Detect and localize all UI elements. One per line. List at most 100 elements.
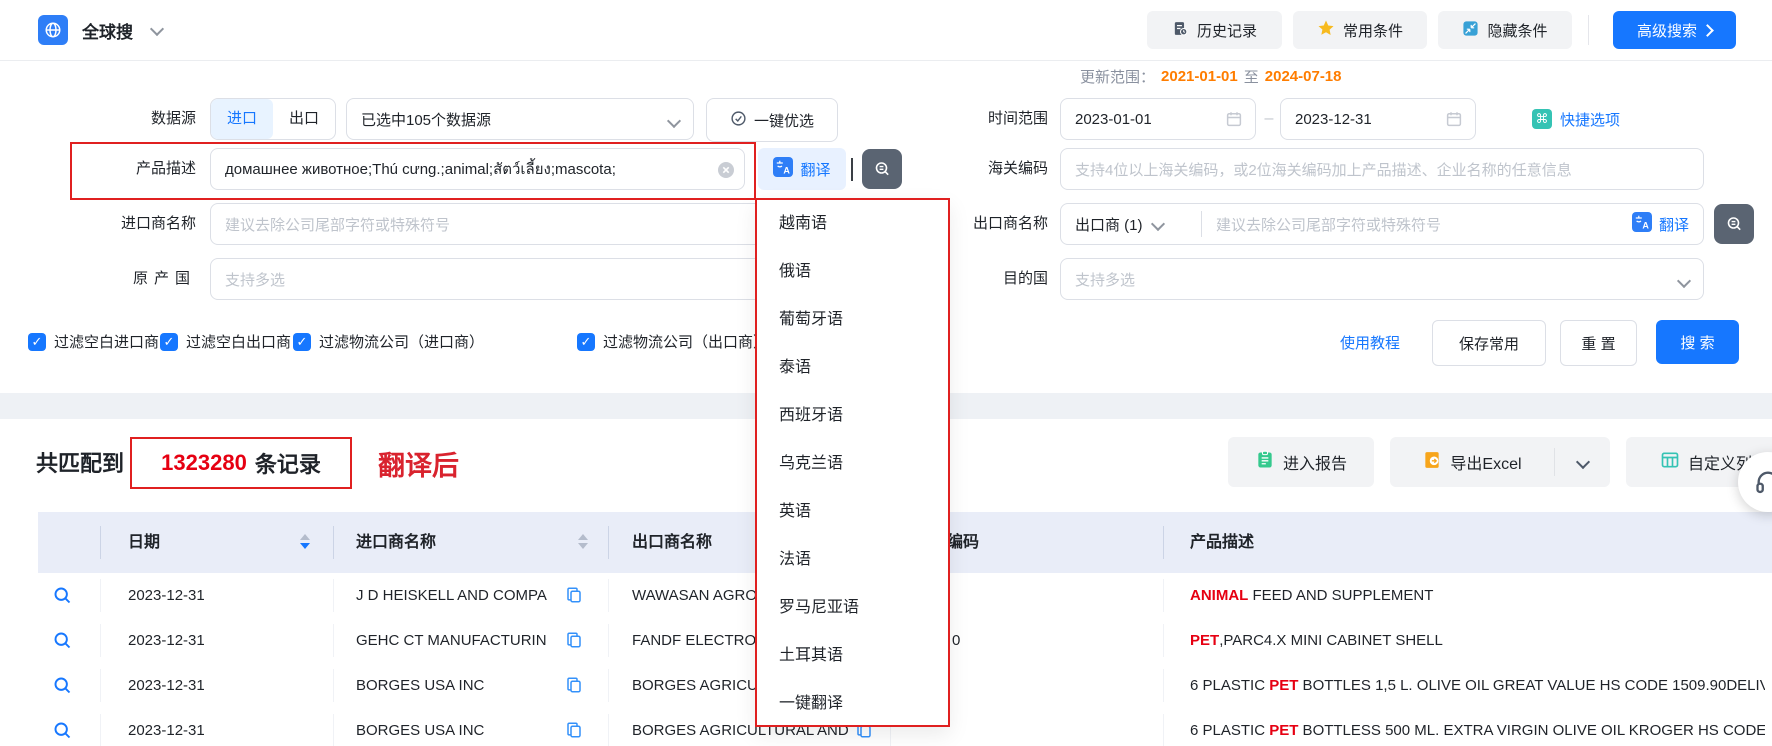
menu-item-russian[interactable]: 俄语 xyxy=(757,248,948,296)
export-dropdown-button[interactable] xyxy=(1555,437,1610,487)
col-importer[interactable]: 进口商名称 xyxy=(356,512,436,573)
page-title: 全球搜 xyxy=(82,0,133,60)
cell-date: 2023-12-31 xyxy=(128,573,205,618)
menu-item-romanian[interactable]: 罗马尼亚语 xyxy=(757,584,948,632)
row-search-icon[interactable] xyxy=(52,630,73,651)
date-to-input[interactable]: 2023-12-31 xyxy=(1280,98,1476,140)
menu-item-translate-all[interactable]: 一键翻译 xyxy=(757,680,948,728)
calendar-icon xyxy=(1445,110,1463,132)
search-button[interactable]: 搜 索 xyxy=(1656,320,1739,364)
checkbox-checked-icon[interactable]: ✓ xyxy=(160,333,178,351)
copy-icon[interactable] xyxy=(565,676,583,694)
export-excel-button[interactable]: 导出Excel xyxy=(1390,437,1554,487)
report-icon xyxy=(1255,450,1275,475)
filter-blank-exporter[interactable]: ✓ 过滤空白出口商 xyxy=(160,331,291,352)
export-icon xyxy=(1422,450,1442,475)
history-icon xyxy=(1172,20,1189,41)
cell-importer: BORGES USA INC xyxy=(356,663,556,708)
cell-date: 2023-12-31 xyxy=(128,618,205,663)
cell-product: 6 PLASTIC PET BOTTLESS 500 ML. EXTRA VIR… xyxy=(1190,708,1765,746)
cell-product: 6 PLASTIC PET BOTTLES 1,5 L. OLIVE OIL G… xyxy=(1190,663,1765,708)
exporter-input[interactable]: 建议去除公司尾部字符或特殊符号 xyxy=(1202,214,1632,235)
advanced-search-button[interactable]: 高级搜索 xyxy=(1613,11,1736,49)
enter-report-button[interactable]: 进入报告 xyxy=(1228,437,1374,487)
history-button[interactable]: 历史记录 xyxy=(1147,11,1282,49)
data-source-label: 数据源 xyxy=(40,98,196,140)
col-exporter[interactable]: 出口商名称 xyxy=(632,512,712,573)
filter-logistics-exporter[interactable]: ✓ 过滤物流公司（出口商） xyxy=(577,331,768,352)
menu-item-english[interactable]: 英语 xyxy=(757,488,948,536)
row-search-icon[interactable] xyxy=(52,585,73,606)
hs-code-input[interactable]: 支持4位以上海关编码，或2位海关编码加上产品描述、企业名称的任意信息 xyxy=(1060,148,1704,190)
export-excel-group: 导出Excel xyxy=(1390,437,1610,487)
cell-importer: J D HEISKELL AND COMPA xyxy=(356,573,556,618)
translate-icon: A xyxy=(1632,212,1652,236)
toggle-import[interactable]: 进口 xyxy=(211,99,273,139)
menu-item-french[interactable]: 法语 xyxy=(757,536,948,584)
checkbox-checked-icon[interactable]: ✓ xyxy=(293,333,311,351)
cell-importer: GEHC CT MANUFACTURIN xyxy=(356,618,556,663)
destination-input[interactable]: 支持多选 xyxy=(1060,258,1704,300)
time-range-label: 时间范围 xyxy=(880,98,1048,140)
sort-date[interactable] xyxy=(300,534,310,549)
importer-label: 进口商名称 xyxy=(40,203,196,245)
copy-icon[interactable] xyxy=(565,586,583,604)
translate-language-menu: 越南语 俄语 葡萄牙语 泰语 西班牙语 乌克兰语 英语 法语 罗马尼亚语 土耳其… xyxy=(755,198,950,727)
cell-date: 2023-12-31 xyxy=(128,663,205,708)
arrow-right-icon xyxy=(1701,24,1714,37)
translated-annotation: 翻译后 xyxy=(378,444,459,483)
cell-hs-code: 0 xyxy=(952,618,960,663)
filter-blank-importer[interactable]: ✓ 过滤空白进口商 xyxy=(28,331,159,352)
toggle-export[interactable]: 出口 xyxy=(273,99,335,139)
hs-code-label: 海关编码 xyxy=(880,148,1048,190)
menu-item-thai[interactable]: 泰语 xyxy=(757,344,948,392)
checkbox-checked-icon[interactable]: ✓ xyxy=(28,333,46,351)
annotation-box-count: 1323280 条记录 xyxy=(130,437,352,489)
filter-logistics-importer[interactable]: ✓ 过滤物流公司（进口商） xyxy=(293,331,484,352)
update-range-to: 2024-07-18 xyxy=(1265,68,1342,85)
svg-text:A: A xyxy=(784,165,791,175)
sort-importer[interactable] xyxy=(578,534,588,549)
checkbox-checked-icon[interactable]: ✓ xyxy=(577,333,595,351)
exporter-group: 出口商 (1) 建议去除公司尾部字符或特殊符号 A 翻译 xyxy=(1060,203,1704,245)
row-search-icon[interactable] xyxy=(52,720,73,741)
menu-item-spanish[interactable]: 西班牙语 xyxy=(757,392,948,440)
update-range: 更新范围： 2021-01-01 至 2024-07-18 xyxy=(1080,66,1342,87)
command-icon: ⌘ xyxy=(1532,109,1552,129)
exact-match-icon[interactable] xyxy=(1714,204,1754,244)
reset-button[interactable]: 重 置 xyxy=(1560,320,1637,366)
chevron-down-icon xyxy=(1150,217,1164,231)
favorites-button[interactable]: 常用条件 xyxy=(1293,11,1427,49)
copy-icon[interactable] xyxy=(565,721,583,739)
svg-text:A: A xyxy=(1642,221,1649,231)
data-source-select[interactable]: 已选中105个数据源 xyxy=(346,98,694,140)
match-count-unit: 条记录 xyxy=(255,447,321,479)
translate-button[interactable]: A 翻译 xyxy=(758,148,846,190)
col-date[interactable]: 日期 xyxy=(128,512,160,573)
menu-item-portuguese[interactable]: 葡萄牙语 xyxy=(757,296,948,344)
headset-icon xyxy=(1754,468,1772,496)
exporter-type-select[interactable]: 出口商 (1) xyxy=(1061,204,1201,244)
chevron-down-icon xyxy=(1677,274,1691,288)
hide-conditions-button[interactable]: 隐藏条件 xyxy=(1438,11,1572,49)
tutorial-link[interactable]: 使用教程 xyxy=(1340,332,1400,353)
save-common-button[interactable]: 保存常用 xyxy=(1432,320,1546,366)
clear-icon[interactable] xyxy=(718,162,734,182)
quick-options-button[interactable]: ⌘ 快捷选项 xyxy=(1532,98,1620,140)
origin-label: 原产国 xyxy=(40,258,196,300)
topbar-divider xyxy=(1588,15,1589,45)
menu-item-ukrainian[interactable]: 乌克兰语 xyxy=(757,440,948,488)
col-product: 产品描述 xyxy=(1190,512,1254,573)
menu-item-turkish[interactable]: 土耳其语 xyxy=(757,632,948,680)
match-count-number: 1323280 xyxy=(161,450,247,476)
cell-importer: BORGES USA INC xyxy=(356,708,556,746)
row-search-icon[interactable] xyxy=(52,675,73,696)
date-from-input[interactable]: 2023-01-01 xyxy=(1060,98,1256,140)
copy-icon[interactable] xyxy=(565,631,583,649)
product-desc-input[interactable]: домашнее животное;Thú cưng.;animal;สัตว์… xyxy=(210,148,745,190)
global-search-page: 全球搜 历史记录 常用条件 隐藏条件 高级搜索 更新范围： 2021-01-01… xyxy=(0,0,1772,746)
translate-icon: A xyxy=(773,157,793,182)
exporter-translate-button[interactable]: A 翻译 xyxy=(1632,212,1703,236)
menu-item-vietnamese[interactable]: 越南语 xyxy=(757,200,948,248)
optimize-button[interactable]: 一键优选 xyxy=(706,98,838,142)
